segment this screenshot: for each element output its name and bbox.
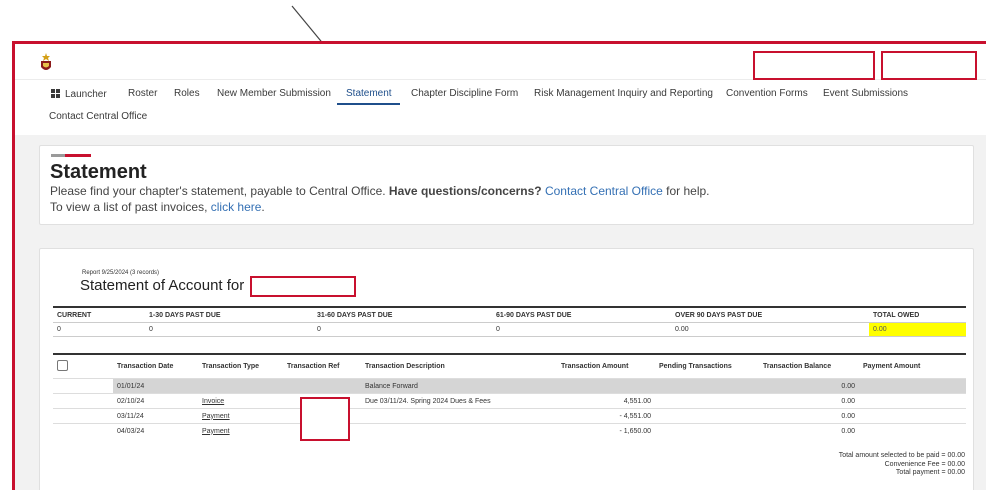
column-header: Transaction Type	[202, 363, 260, 370]
top-bar	[15, 44, 986, 80]
tab-event-submissions[interactable]: Event Submissions	[823, 88, 908, 100]
payment-link[interactable]: Payment	[202, 413, 230, 420]
aging-value: 0	[313, 322, 492, 337]
active-tab-indicator	[337, 103, 400, 105]
total-payment: Total payment = 00.00	[895, 469, 965, 476]
invoice-link[interactable]: Invoice	[202, 398, 224, 405]
report-title: Statement of Account for	[80, 277, 245, 294]
aging-value: 0	[53, 322, 145, 337]
tab-new-member-submission[interactable]: New Member Submission	[217, 88, 331, 100]
report-meta: Report 9/25/2024 (3 records)	[82, 270, 160, 276]
table-row: 03/11/24 Payment - 4,551.00 0.00	[53, 408, 966, 424]
page-title: Statement	[50, 161, 147, 183]
total-owed-value: 0.00	[869, 322, 966, 337]
table-row: 04/03/24 Payment - 1,650.00 0.00	[53, 423, 966, 438]
tab-chapter-discipline-form[interactable]: Chapter Discipline Form	[411, 88, 518, 100]
accent-bar	[51, 154, 91, 157]
tab-contact-central-office[interactable]: Contact Central Office	[49, 111, 147, 123]
tab-risk-management[interactable]: Risk Management Inquiry and Reporting	[534, 88, 713, 100]
page-content: Statement Please find your chapter's sta…	[15, 135, 986, 490]
aging-summary: CURRENT 1-30 DAYS PAST DUE 31-60 DAYS PA…	[53, 306, 966, 337]
aging-value: 0	[492, 322, 671, 337]
tab-roster[interactable]: Roster	[128, 88, 157, 100]
statement-header-card: Statement Please find your chapter's sta…	[39, 145, 974, 225]
redacted-box	[250, 276, 356, 297]
tab-roles[interactable]: Roles	[174, 88, 200, 100]
contact-central-office-link[interactable]: Contact Central Office	[545, 184, 663, 198]
crest-logo-icon	[41, 53, 51, 70]
aging-value: 0.00	[671, 322, 869, 337]
aging-header: 31-60 DAYS PAST DUE	[313, 308, 492, 323]
aging-header: TOTAL OWED	[869, 308, 966, 323]
payment-link[interactable]: Payment	[202, 428, 230, 435]
payment-totals: Total amount selected to be paid = 00.00…	[839, 452, 965, 478]
select-all-checkbox[interactable]	[57, 360, 68, 371]
redacted-box	[300, 397, 350, 441]
column-header: Transaction Description	[365, 363, 445, 370]
tab-convention-forms[interactable]: Convention Forms	[726, 88, 808, 100]
convenience-fee: Convenience Fee = 00.00	[884, 460, 965, 468]
statement-of-account-card: Report 9/25/2024 (3 records) Statement o…	[39, 248, 974, 490]
aging-header: 1-30 DAYS PAST DUE	[145, 308, 313, 323]
column-header: Transaction Ref	[287, 363, 340, 370]
table-header-row: Transaction Date Transaction Type Transa…	[53, 355, 966, 379]
table-row: 01/01/24 Balance Forward 0.00	[53, 378, 966, 394]
app-frame: Launcher Roster Roles New Member Submiss…	[12, 41, 986, 490]
column-header: Transaction Amount	[561, 363, 629, 370]
past-invoices-link[interactable]: click here	[211, 200, 262, 214]
column-header: Payment Amount	[863, 363, 921, 370]
tab-statement[interactable]: Statement	[346, 88, 392, 100]
tab-launcher[interactable]: Launcher	[51, 88, 107, 101]
aging-value: 0	[145, 322, 313, 337]
aging-header: CURRENT	[53, 308, 145, 323]
main-nav: Launcher Roster Roles New Member Submiss…	[15, 80, 986, 136]
aging-header: OVER 90 DAYS PAST DUE	[671, 308, 869, 323]
past-invoices-line: To view a list of past invoices, click h…	[50, 200, 265, 214]
grid-icon	[51, 89, 60, 98]
table-row: 02/10/24 Invoice Due 03/11/24. Spring 20…	[53, 393, 966, 409]
redacted-box	[753, 51, 875, 80]
transactions-table: Transaction Date Transaction Type Transa…	[53, 353, 966, 438]
aging-header: 61-90 DAYS PAST DUE	[492, 308, 671, 323]
column-header: Transaction Date	[117, 363, 174, 370]
statement-intro: Please find your chapter's statement, pa…	[50, 184, 710, 198]
redacted-box	[881, 51, 977, 80]
total-selected: Total amount selected to be paid = 00.00	[838, 452, 965, 459]
column-header: Pending Transactions	[659, 363, 732, 370]
column-header: Transaction Balance	[763, 363, 832, 370]
